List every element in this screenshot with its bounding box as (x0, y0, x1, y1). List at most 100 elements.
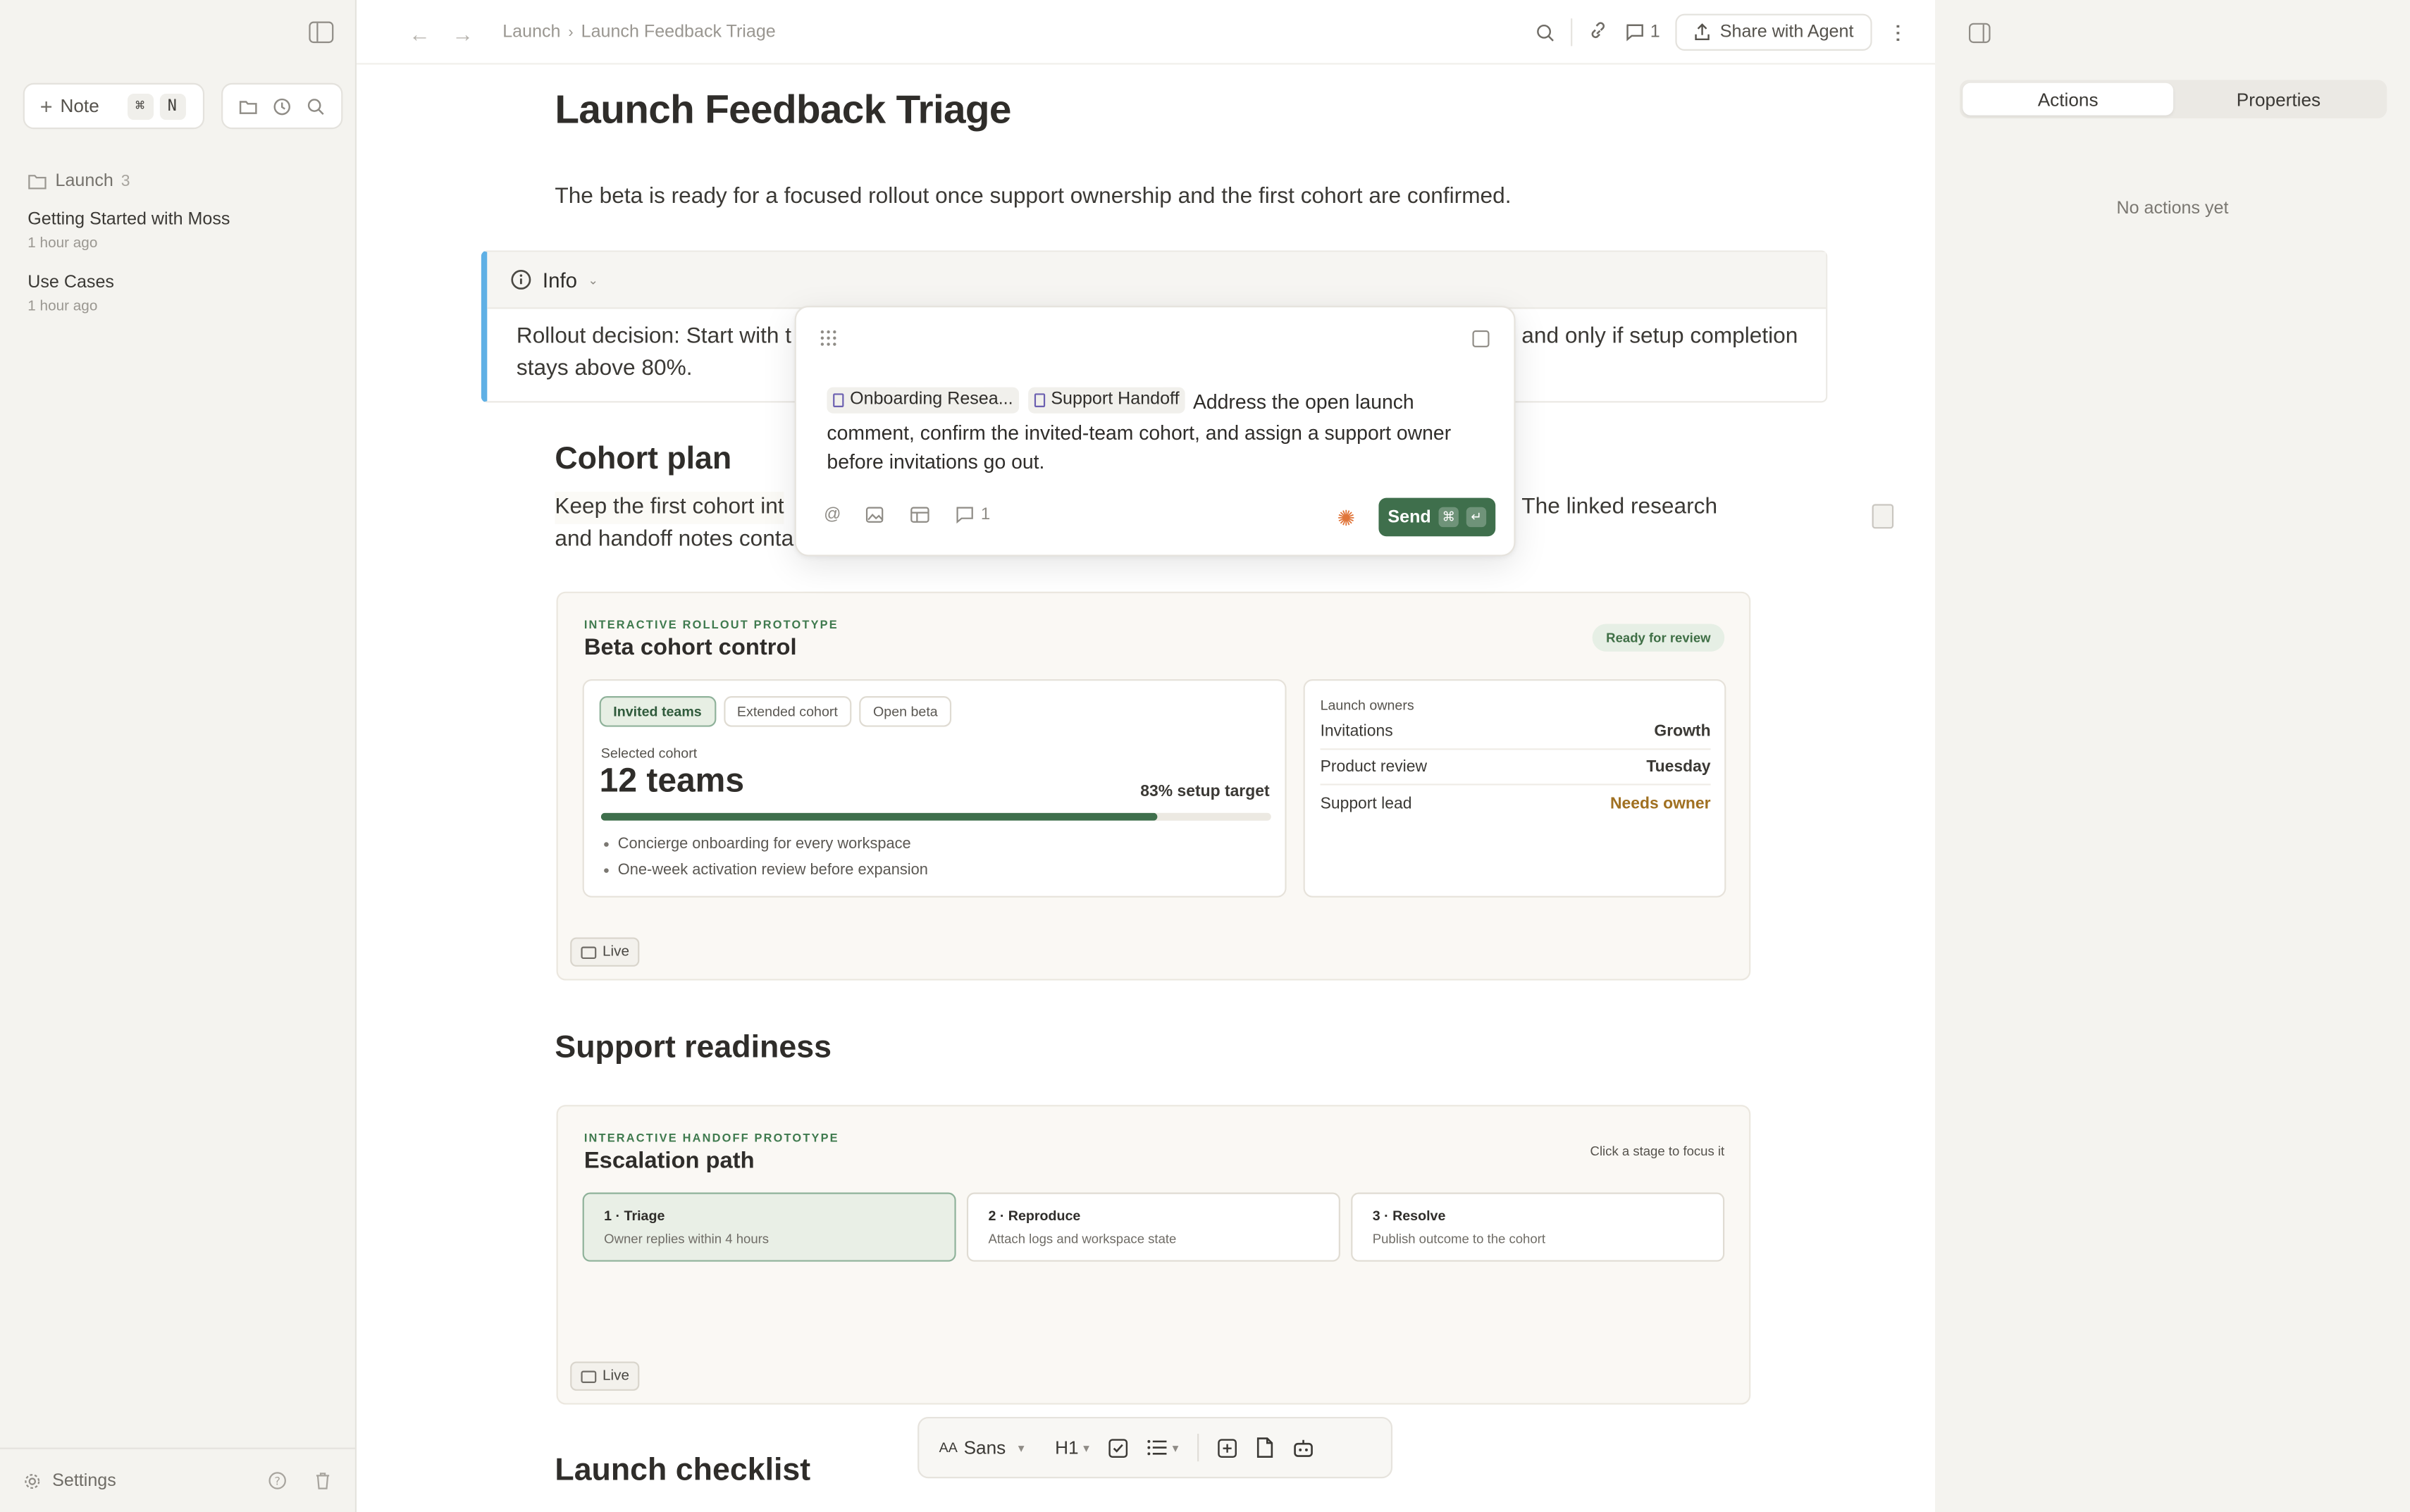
document-icon[interactable] (1255, 1437, 1273, 1458)
mention-icon[interactable]: @ (824, 506, 841, 524)
ref-chip-support-handoff[interactable]: Support Handoff (1027, 387, 1186, 414)
stage-card-2[interactable]: 2 · Reproduce Attach logs and workspace s… (966, 1192, 1340, 1262)
cohort-text-line2: and handoff notes conta (555, 527, 794, 552)
folder-icon[interactable] (237, 96, 257, 116)
cohort-bullets: Concierge onboarding for every workspace… (604, 831, 928, 884)
breadcrumb-launch[interactable]: Launch (502, 23, 560, 42)
folder-count: 3 (121, 172, 130, 191)
chevron-down-icon: ▾ (1018, 1440, 1025, 1455)
owner-role: Product review (1320, 757, 1428, 776)
tab-actions[interactable]: Actions (1963, 82, 2174, 116)
chevron-down-icon: ▾ (1172, 1440, 1179, 1455)
back-arrow-icon[interactable]: ← (409, 22, 431, 47)
owner-row: Product review Tuesday (1320, 750, 1711, 786)
cohort-chip-open-beta[interactable]: Open beta (859, 696, 952, 727)
tab-properties[interactable]: Properties (2173, 83, 2384, 116)
doc-time: 1 hour ago (27, 235, 98, 252)
heading-label: H1 (1055, 1437, 1079, 1458)
stage-card-3[interactable]: 3 · Resolve Publish outcome to the cohort (1351, 1192, 1725, 1262)
stage-subtitle: Owner replies within 4 hours (604, 1231, 770, 1246)
history-icon[interactable] (272, 96, 292, 116)
add-block-icon[interactable] (1217, 1437, 1237, 1457)
cohort-chip-invited-teams[interactable]: Invited teams (599, 696, 716, 727)
selected-cohort-value: 12 teams (599, 760, 745, 800)
handoff-eyebrow: INTERACTIVE HANDOFF PROTOTYPE (583, 1131, 839, 1145)
handoff-title: Escalation path (583, 1148, 755, 1175)
linked-doc-icon[interactable] (1872, 504, 1894, 529)
plus-icon: + (39, 94, 53, 118)
intro-paragraph[interactable]: The beta is ready for a focused rollout … (555, 185, 1511, 209)
screen-icon (581, 1370, 597, 1382)
font-selector[interactable]: AA Sans ▾ (939, 1437, 1025, 1458)
composer-input[interactable]: Onboarding Resea... Support Handoff Addr… (827, 387, 1488, 478)
forward-arrow-icon[interactable]: → (452, 22, 474, 47)
cohort-chip-extended-cohort[interactable]: Extended cohort (723, 696, 852, 727)
link-icon[interactable] (1587, 22, 1609, 44)
owner-value: Tuesday (1646, 757, 1711, 776)
svg-text:?: ? (274, 1475, 280, 1488)
heading-selector[interactable]: H1 ▾ (1055, 1437, 1089, 1458)
owner-row: Invitations Growth (1320, 714, 1711, 750)
callout-text-line2: stays above 80%. (516, 357, 693, 381)
trash-icon[interactable] (314, 1470, 332, 1490)
list-icon (1147, 1439, 1166, 1456)
shortcut-n-key: N (159, 92, 185, 120)
cohort-chips: Invited teams Extended cohort Open beta (599, 696, 952, 727)
new-note-button[interactable]: + Note ⌘ N (23, 82, 205, 130)
folder-launch[interactable]: Launch 3 (27, 172, 130, 190)
settings-button[interactable]: Settings (52, 1471, 116, 1489)
page-title[interactable]: Launch Feedback Triage (555, 86, 1011, 134)
doc-icon (833, 393, 844, 407)
send-button[interactable]: Send ⌘ ↵ (1378, 497, 1496, 537)
composer-comments[interactable]: 1 (955, 506, 990, 524)
empty-state: No actions yet (2116, 199, 2229, 218)
cohort-plan-heading[interactable]: Cohort plan (555, 441, 731, 478)
doc-icon (1034, 393, 1045, 407)
live-toggle[interactable]: Live (570, 1361, 641, 1391)
popout-icon[interactable] (1472, 330, 1490, 347)
more-options-icon[interactable]: ··· (1884, 23, 1911, 42)
stage-subtitle: Publish outcome to the cohort (1372, 1231, 1546, 1246)
search-icon[interactable] (307, 96, 326, 116)
ref-chip-label: Onboarding Resea... (850, 390, 1013, 409)
comments-button[interactable]: 1 (1624, 23, 1660, 42)
chevron-right-icon: › (568, 23, 574, 41)
checkbox-icon[interactable] (1108, 1437, 1127, 1457)
comment-icon (956, 507, 974, 524)
image-icon[interactable] (865, 506, 885, 524)
sidebar-doc-getting-started[interactable]: Getting Started with Moss 1 hour ago (27, 211, 230, 252)
chevron-down-icon[interactable]: ⌄ (588, 273, 598, 287)
sidebar-footer: Settings ? (0, 1447, 357, 1512)
owner-role: Invitations (1320, 722, 1393, 741)
right-panel-toggle-icon[interactable] (1968, 23, 1991, 44)
click-hint: Click a stage to focus it (1590, 1143, 1725, 1159)
ref-chip-onboarding[interactable]: Onboarding Resea... (827, 387, 1020, 414)
share-label: Share with Agent (1719, 23, 1854, 42)
live-label: Live (602, 943, 630, 961)
comment-count: 1 (1650, 23, 1660, 42)
list-item: One-week activation review before expans… (604, 857, 928, 884)
sidebar-toggle-icon[interactable] (309, 21, 334, 44)
share-with-agent-button[interactable]: Share with Agent (1675, 13, 1872, 51)
support-readiness-heading[interactable]: Support readiness (555, 1029, 832, 1066)
help-icon[interactable]: ? (268, 1470, 288, 1490)
chevron-down-icon: ▾ (1083, 1440, 1089, 1455)
stage-subtitle: Attach logs and workspace state (988, 1231, 1177, 1246)
live-toggle[interactable]: Live (570, 937, 641, 967)
send-kbd-enter: ↵ (1466, 507, 1487, 528)
robot-icon[interactable] (1292, 1437, 1314, 1457)
progress-fill (600, 812, 1158, 821)
breadcrumb-current: Launch Feedback Triage (581, 23, 776, 42)
divider (1197, 1433, 1199, 1462)
callout-text-line1-end: and only if setup completion (1521, 324, 1798, 349)
layout-icon[interactable] (910, 506, 930, 524)
drag-handle-icon[interactable] (820, 330, 836, 346)
launch-checklist-heading[interactable]: Launch checklist (555, 1452, 810, 1489)
list-selector[interactable]: ▾ (1147, 1439, 1179, 1457)
search-icon[interactable] (1535, 23, 1555, 42)
sidebar-doc-use-cases[interactable]: Use Cases 1 hour ago (27, 273, 114, 315)
owners-panel: Launch owners Invitations Growth Product r… (1303, 679, 1726, 898)
gear-icon (25, 1473, 40, 1488)
sparkle-icon[interactable]: ✺ (1337, 506, 1356, 532)
stage-card-1[interactable]: 1 · Triage Owner replies within 4 hours (582, 1192, 956, 1262)
